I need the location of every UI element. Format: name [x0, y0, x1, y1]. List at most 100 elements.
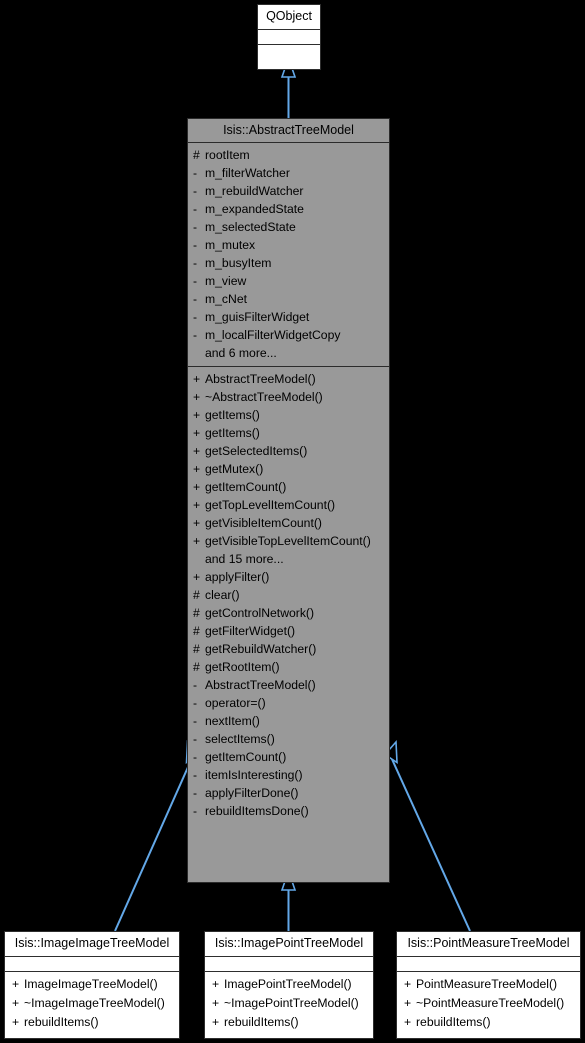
- method-row: + rebuildItems(): [397, 1013, 580, 1032]
- method-row: - operator=(): [188, 694, 389, 712]
- attribute-label: m_guisFilterWidget: [205, 309, 310, 324]
- method-row: + ~AbstractTreeModel(): [188, 388, 389, 406]
- visibility-marker: -: [193, 695, 198, 710]
- method-label: ~AbstractTreeModel(): [205, 389, 323, 404]
- visibility-marker: -: [193, 713, 198, 728]
- attributes-overflow-label: and 6 more...: [188, 344, 389, 362]
- methods-compartment-image-image-tree-model: + ImageImageTreeModel() + ~ImageImageTreeM…: [5, 972, 179, 1036]
- attributes-compartment-abstract-tree-model: # rootItem - m_filterWatcher - m_rebuildWat…: [188, 143, 389, 366]
- visibility-marker: -: [193, 273, 198, 288]
- method-label: and 15 more...: [205, 551, 284, 566]
- methods-compartment-abstract-tree-model: + AbstractTreeModel() + ~AbstractTreeModel…: [188, 367, 389, 824]
- method-row: + getTopLevelItemCount(): [188, 496, 389, 514]
- attributes-compartment-point-measure-tree-model: [397, 957, 580, 971]
- method-label: ImageImageTreeModel(): [24, 976, 158, 991]
- visibility-marker: +: [193, 533, 201, 548]
- method-row: + PointMeasureTreeModel(): [397, 975, 580, 994]
- visibility-marker: +: [193, 389, 201, 404]
- attributes-compartment-image-point-tree-model: [205, 957, 373, 971]
- visibility-marker: +: [193, 461, 201, 476]
- visibility-marker: +: [193, 497, 201, 512]
- method-label: AbstractTreeModel(): [205, 371, 316, 386]
- attribute-label: m_selectedState: [205, 219, 296, 234]
- method-label: getItemCount(): [205, 479, 287, 494]
- method-label: getControlNetwork(): [205, 605, 315, 620]
- visibility-marker: +: [193, 425, 201, 440]
- visibility-marker: -: [193, 219, 198, 234]
- class-name-qobject: QObject: [266, 9, 312, 23]
- visibility-marker: -: [193, 165, 198, 180]
- visibility-marker: -: [193, 201, 198, 216]
- attribute-row: - m_guisFilterWidget: [188, 308, 389, 326]
- method-label: getSelectedItems(): [205, 443, 308, 458]
- method-row: - applyFilterDone(): [188, 784, 389, 802]
- attribute-row: - m_localFilterWidgetCopy: [188, 326, 389, 344]
- method-label: applyFilter(): [205, 569, 270, 584]
- attribute-row: - m_view: [188, 272, 389, 290]
- visibility-marker: +: [193, 479, 201, 494]
- method-row: + getVisibleItemCount(): [188, 514, 389, 532]
- class-box-image-point-tree-model[interactable]: Isis::ImagePointTreeModel + ImagePointTre…: [204, 931, 374, 1039]
- method-row: + rebuildItems(): [205, 1013, 373, 1032]
- method-label: clear(): [205, 587, 240, 602]
- visibility-marker: -: [193, 749, 198, 764]
- method-label: rebuildItems(): [224, 1014, 299, 1029]
- visibility-marker: -: [193, 327, 198, 342]
- visibility-marker: #: [193, 623, 200, 638]
- visibility-marker: +: [193, 569, 201, 584]
- visibility-marker: #: [193, 659, 200, 674]
- attribute-label: and 6 more...: [205, 345, 277, 360]
- attribute-label: m_cNet: [205, 291, 247, 306]
- method-row: + getMutex(): [188, 460, 389, 478]
- class-name-abstract-tree-model: Isis::AbstractTreeModel: [223, 123, 354, 137]
- visibility-marker: +: [193, 407, 201, 422]
- attribute-label: m_busyItem: [205, 255, 272, 270]
- attribute-row: - m_filterWatcher: [188, 164, 389, 182]
- method-label: selectItems(): [205, 731, 275, 746]
- visibility-marker: -: [193, 767, 198, 782]
- method-label: PointMeasureTreeModel(): [416, 976, 558, 991]
- visibility-marker: +: [404, 976, 412, 991]
- attribute-row: - m_selectedState: [188, 218, 389, 236]
- method-label: rebuildItems(): [24, 1014, 99, 1029]
- class-box-qobject[interactable]: QObject: [257, 4, 321, 70]
- visibility-marker: #: [193, 587, 200, 602]
- class-box-point-measure-tree-model[interactable]: Isis::PointMeasureTreeModel + PointMeasur…: [396, 931, 581, 1039]
- method-row: + applyFilter(): [188, 568, 389, 586]
- method-label: getFilterWidget(): [205, 623, 296, 638]
- method-row: + getItems(): [188, 424, 389, 442]
- visibility-marker: +: [404, 1014, 412, 1029]
- method-row: + AbstractTreeModel(): [188, 370, 389, 388]
- method-row: # getFilterWidget(): [188, 622, 389, 640]
- attribute-label: m_rebuildWatcher: [205, 183, 304, 198]
- method-label: nextItem(): [205, 713, 260, 728]
- visibility-marker: +: [12, 995, 20, 1010]
- attributes-compartment-image-image-tree-model: [5, 957, 179, 971]
- class-name-image-image-tree-model: Isis::ImageImageTreeModel: [14, 936, 170, 950]
- method-label: getItems(): [205, 425, 260, 440]
- attribute-label: m_localFilterWidgetCopy: [205, 327, 341, 342]
- visibility-marker: #: [193, 605, 200, 620]
- method-label: getVisibleItemCount(): [205, 515, 322, 530]
- class-box-image-image-tree-model[interactable]: Isis::ImageImageTreeModel + ImageImageTre…: [4, 931, 180, 1039]
- edge-pointmeasuretreemodel-to-abstracttreemodel: [383, 739, 471, 932]
- visibility-marker: +: [193, 371, 201, 386]
- method-label: ~ImagePointTreeModel(): [224, 995, 359, 1010]
- method-row: - selectItems(): [188, 730, 389, 748]
- attribute-row: - m_busyItem: [188, 254, 389, 272]
- edge-imageimagetreemodel-to-abstracttreemodel: [114, 739, 200, 932]
- method-row: - nextItem(): [188, 712, 389, 730]
- method-row: # getRebuildWatcher(): [188, 640, 389, 658]
- method-label: getVisibleTopLevelItemCount(): [205, 533, 371, 548]
- method-label: applyFilterDone(): [205, 785, 299, 800]
- visibility-marker: +: [193, 443, 201, 458]
- visibility-marker: #: [193, 641, 200, 656]
- method-row: # clear(): [188, 586, 389, 604]
- class-name-point-measure-tree-model: Isis::PointMeasureTreeModel: [407, 936, 570, 950]
- method-label: ~ImageImageTreeModel(): [24, 995, 165, 1010]
- class-box-abstract-tree-model[interactable]: Isis::AbstractTreeModel # rootItem - m_fil…: [187, 118, 390, 883]
- attribute-row: - m_rebuildWatcher: [188, 182, 389, 200]
- attribute-label: rootItem: [205, 147, 250, 162]
- method-row: + ImageImageTreeModel(): [5, 975, 179, 994]
- visibility-marker: +: [212, 995, 220, 1010]
